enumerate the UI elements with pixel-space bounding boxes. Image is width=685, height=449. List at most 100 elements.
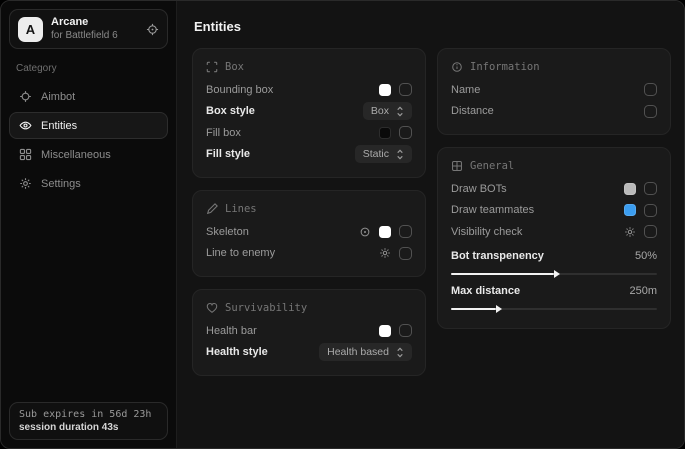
slider-fill[interactable] [451,273,554,275]
panel-title: Survivability [225,302,307,314]
setting-row-visibility-check: Visibility check [451,221,657,243]
panel-box-header: Box [206,61,412,73]
config-circle-icon[interactable] [359,226,371,238]
panel-title: Box [225,61,244,73]
sidebar-item-label: Aimbot [41,91,75,103]
sidebar: A Arcane for Battlefield 6 Category Aimb… [1,1,177,448]
gear-icon[interactable] [624,226,636,238]
color-swatch[interactable] [379,127,391,139]
setting-row-draw-teammates: Draw teammates [451,200,657,222]
sidebar-item-label: Entities [41,120,77,132]
color-swatch[interactable] [379,84,391,96]
pencil-icon [206,203,218,215]
panel-lines: Lines Skeleton [192,190,426,277]
right-column: Information Name Distance [437,48,671,329]
sidebar-item-label: Settings [41,178,81,190]
setting-label: Bounding box [206,84,379,96]
setting-row-name: Name [451,79,657,101]
line-to-enemy-checkbox[interactable] [399,247,412,260]
fill-box-checkbox[interactable] [399,126,412,139]
eye-icon [19,119,32,132]
setting-row-health-bar: Health bar [206,320,412,342]
panel-columns: Box Bounding box Box style Box [192,48,671,376]
setting-row-line-to-enemy: Line to enemy [206,243,412,265]
main-content: Entities Box Bounding box [177,1,684,448]
setting-label: Fill style [206,148,355,160]
draw-bots-checkbox[interactable] [644,182,657,195]
panel-title: Lines [225,203,257,215]
setting-label: Max distance [451,285,629,297]
setting-label: Name [451,84,644,96]
gear-icon[interactable] [379,247,391,259]
slider-value: 50% [635,250,657,262]
max-distance-slider[interactable] [451,308,657,310]
left-column: Box Bounding box Box style Box [192,48,426,376]
app-window: A Arcane for Battlefield 6 Category Aimb… [0,0,685,449]
health-bar-checkbox[interactable] [399,324,412,337]
setting-label: Health bar [206,325,379,337]
session-duration-text: session duration 43s [19,422,158,433]
color-swatch[interactable] [624,183,636,195]
panel-general: General Draw BOTs Draw teammates [437,147,671,329]
brand-text: Arcane for Battlefield 6 [51,16,118,42]
setting-label: Skeleton [206,226,359,238]
select-value: Box [371,105,389,117]
panel-general-header: General [451,160,657,172]
gear-icon [19,177,32,190]
setting-label: Box style [206,105,363,117]
visibility-check-checkbox[interactable] [644,225,657,238]
panel-title: Information [470,61,540,73]
color-swatch[interactable] [379,226,391,238]
health-style-select[interactable]: Health based [319,343,412,361]
sidebar-item-entities[interactable]: Entities [9,112,168,139]
setting-label: Visibility check [451,226,624,238]
select-value: Health based [327,346,389,358]
sidebar-item-settings[interactable]: Settings [9,170,168,197]
setting-label: Draw BOTs [451,183,624,195]
chevrons-updown-icon [396,106,404,117]
sidebar-item-miscellaneous[interactable]: Miscellaneous [9,141,168,168]
slider-fill[interactable] [451,308,496,310]
app-subtitle: for Battlefield 6 [51,30,118,43]
panel-information-header: Information [451,61,657,73]
setting-row-health-style: Health style Health based [206,342,412,364]
heart-icon [206,302,218,314]
target-icon[interactable] [146,23,159,36]
bounding-box-checkbox[interactable] [399,83,412,96]
chevrons-updown-icon [396,149,404,160]
app-name: Arcane [51,16,118,30]
sidebar-item-aimbot[interactable]: Aimbot [9,83,168,110]
box-style-select[interactable]: Box [363,102,412,120]
setting-label: Line to enemy [206,247,379,259]
draw-teammates-checkbox[interactable] [644,204,657,217]
setting-row-distance: Distance [451,101,657,123]
skeleton-checkbox[interactable] [399,225,412,238]
panel-survivability: Survivability Health bar Health style [192,289,426,376]
setting-row-draw-bots: Draw BOTs [451,178,657,200]
brand-card: A Arcane for Battlefield 6 [9,9,168,49]
panel-box: Box Bounding box Box style Box [192,48,426,178]
info-icon [451,61,463,73]
setting-row-fill-box: Fill box [206,122,412,144]
color-swatch[interactable] [624,204,636,216]
sidebar-item-label: Miscellaneous [41,149,111,161]
setting-label: Distance [451,105,644,117]
setting-row-box-style: Box style Box [206,101,412,123]
bot-transparency-slider[interactable] [451,273,657,275]
distance-checkbox[interactable] [644,105,657,118]
setting-row-fill-style: Fill style Static [206,144,412,166]
sub-expiry-text: Sub expires in 56d 23h [19,409,158,420]
color-swatch[interactable] [379,325,391,337]
chevrons-updown-icon [396,347,404,358]
panel-information: Information Name Distance [437,48,671,135]
fill-style-select[interactable]: Static [355,145,412,163]
subscription-info-card: Sub expires in 56d 23h session duration … [9,402,168,440]
panel-survivability-header: Survivability [206,302,412,314]
setting-label: Bot transpenency [451,250,635,262]
category-label: Category [16,63,161,74]
setting-row-bounding-box: Bounding box [206,79,412,101]
setting-row-skeleton: Skeleton [206,221,412,243]
box-corners-icon [206,61,218,73]
name-checkbox[interactable] [644,83,657,96]
crosshair-icon [19,90,32,103]
